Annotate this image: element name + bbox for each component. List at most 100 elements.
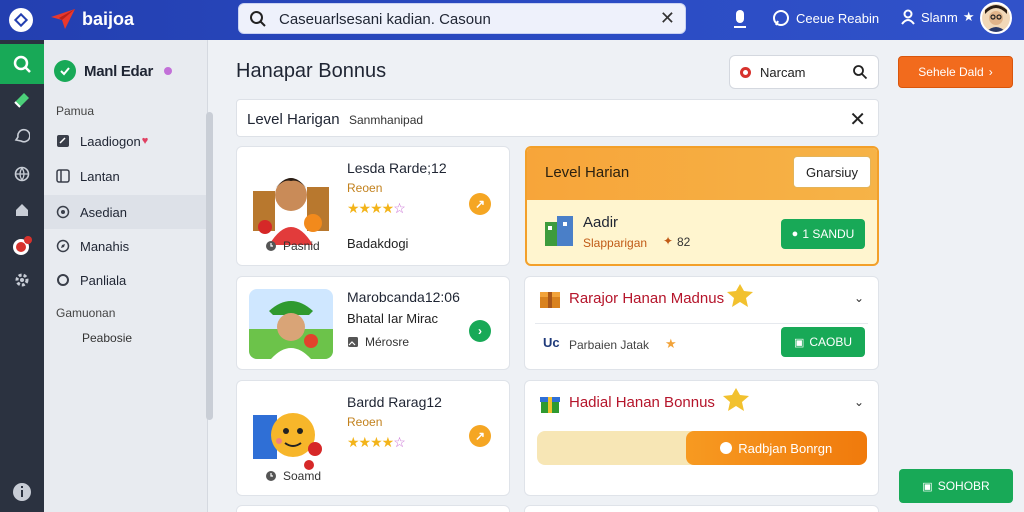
check-circle-icon: ● — [791, 228, 799, 240]
brand-name: baijoa — [82, 8, 135, 29]
help-link[interactable]: Ceeue Reabin — [772, 9, 879, 27]
card-title: Marobcanda12:06 — [347, 289, 460, 305]
status-dot — [163, 67, 172, 75]
check-icon — [54, 60, 76, 82]
page-title: Hanapar Bonnus — [236, 60, 387, 82]
reward-card[interactable]: Bardd Rarag12 Reoen ★★★★☆ ↗ Soamd — [236, 380, 510, 496]
level-subtitle: Slapparigan — [583, 236, 648, 250]
gift-box-icon — [540, 292, 560, 308]
search-bar[interactable]: ✕ — [238, 3, 686, 34]
sidebar-scrollbar[interactable] — [206, 112, 213, 420]
level-claim-label: 1 SANDU — [802, 227, 855, 241]
sidebar-item-label: Laadiogon — [80, 133, 141, 149]
check-box-icon: ▣ — [793, 336, 805, 349]
card-action-button[interactable]: ↗ — [469, 193, 491, 215]
sidebar-user[interactable]: Manl Edar — [54, 60, 172, 82]
bonus-claim-button[interactable]: ▣ CAOBU — [781, 327, 865, 357]
bonus-row: Uc Parbaien Jatak ★ ▣ CAOBU — [535, 323, 868, 361]
filter-subbar: Level Harigan Sanmhanipad ✕ — [236, 99, 879, 137]
card-footer-left: Mérosre — [347, 335, 409, 349]
bonus-row-text: Parbaien Jatak — [569, 338, 650, 352]
rail-home-button[interactable] — [0, 190, 44, 230]
image-icon — [348, 337, 358, 347]
location-filter[interactable]: Narcam — [729, 55, 879, 89]
level-panel-title: Level Harian — [545, 164, 630, 181]
help-label: Ceeue Reabin — [796, 10, 880, 26]
bonus-panel-title: Rarajor Hanan Madnus — [569, 290, 725, 307]
document-icon — [56, 169, 70, 183]
schedule-button[interactable]: Sehele Dald › — [898, 56, 1013, 88]
bonus-panel-title: Hadial Hanan Bonnus — [569, 394, 715, 411]
sidebar-sub-item[interactable]: Peabosie — [82, 331, 132, 345]
compass-icon — [56, 239, 70, 253]
arrow-icon: ↗ — [474, 429, 486, 443]
bonus-panel: Rarajor Hanan Madnus ⌄ Uc Parbaien Jatak… — [524, 276, 879, 370]
app-logo-icon[interactable] — [9, 8, 33, 32]
reward-card[interactable]: Marobcanda12:06 Bhatal Iar Mirac › Méros… — [236, 276, 510, 370]
paper-plane-icon — [51, 9, 75, 29]
rail-layers-button[interactable] — [0, 80, 44, 120]
card-footer-left-label: Mérosre — [365, 335, 410, 349]
card-footer-left-label: Soamd — [283, 469, 322, 483]
rail-globe-button[interactable] — [0, 154, 44, 194]
rail-chat-button[interactable] — [0, 116, 44, 156]
sidebar-item-manahis[interactable]: Manahis — [44, 229, 206, 263]
building-icon — [545, 216, 573, 246]
user-menu[interactable]: Slanm ★ — [900, 9, 975, 25]
microphone-icon[interactable] — [732, 9, 748, 31]
tag-icon — [57, 135, 69, 147]
chevron-down-icon[interactable]: ⌄ — [854, 291, 864, 305]
card-action-button[interactable]: › — [469, 320, 491, 342]
subbar-subtitle: Sanmhanipad — [349, 113, 424, 127]
chevron-right-icon: › — [988, 65, 993, 79]
rail-search-button[interactable] — [0, 44, 44, 84]
card-action-button[interactable]: ↗ — [469, 425, 491, 447]
search-icon — [853, 65, 868, 80]
chat-icon — [14, 128, 30, 143]
chevron-right-icon: › — [478, 324, 482, 338]
level-panel: Level Harian Gnarsiuy Aadir Slapparigan … — [525, 146, 879, 266]
rail-info-button[interactable] — [0, 472, 44, 512]
chat-icon — [773, 10, 789, 26]
bonus-panel[interactable] — [524, 505, 879, 512]
bottom-action-button[interactable]: ▣ SOHOBR — [899, 469, 1013, 503]
card-subtitle: Reoen — [347, 181, 383, 195]
sidebar-item-asedian[interactable]: Asedian — [44, 195, 206, 229]
cta-label: Sehele Dald — [918, 65, 984, 79]
bonus-progress-bar[interactable]: Radbjan Bonrgn — [537, 431, 867, 465]
rating-stars: ★★★★☆ — [347, 200, 406, 216]
bottom-action-label: SOHOBR — [937, 479, 990, 493]
brand[interactable]: baijoa — [50, 7, 134, 31]
level-claim-button[interactable]: ● 1 SANDU — [781, 219, 865, 249]
sidebar-section-title: Gamuonan — [56, 306, 116, 320]
filter-label: Narcam — [760, 65, 806, 80]
card-thumbnail — [249, 161, 333, 245]
row-icon-label: Uc — [543, 335, 560, 350]
subbar-title: Level Harigan — [247, 111, 340, 128]
check-box-icon: ▣ — [922, 480, 933, 493]
sidebar-item-label: Manahis — [80, 238, 130, 254]
card-subtitle: Reoen — [347, 415, 383, 429]
badge-icon — [727, 284, 753, 307]
bonus-claim-label: CAOBU — [809, 335, 853, 349]
home-icon — [16, 204, 28, 216]
sidebar-item-panliala[interactable]: Panliala — [44, 263, 206, 297]
reward-card[interactable]: Lesda Rarde;12 Reoen ★★★★☆ ↗ Pasnid Bada… — [236, 146, 510, 266]
sidebar-item-laadiogon[interactable]: Laadiogon ♥ — [44, 124, 206, 158]
level-panel-button[interactable]: Gnarsiuy — [793, 156, 871, 188]
coin-icon — [720, 442, 733, 454]
user-icon — [901, 9, 915, 25]
chevron-down-icon[interactable]: ⌄ — [854, 395, 864, 409]
search-input[interactable] — [279, 9, 659, 29]
clear-search-icon[interactable]: ✕ — [660, 8, 675, 29]
reward-card[interactable] — [236, 505, 510, 512]
progress-label: Radbjan Bonrgn — [738, 440, 833, 456]
avatar[interactable] — [980, 2, 1012, 34]
card-footer-left: Pasnid — [265, 239, 320, 253]
close-icon[interactable]: ✕ — [849, 107, 866, 132]
circle-icon — [56, 205, 70, 219]
rail-settings-button[interactable] — [0, 260, 44, 300]
globe-icon — [14, 166, 30, 182]
progress-fill: Radbjan Bonrgn — [685, 431, 867, 465]
sidebar-item-lantan[interactable]: Lantan — [44, 159, 206, 193]
